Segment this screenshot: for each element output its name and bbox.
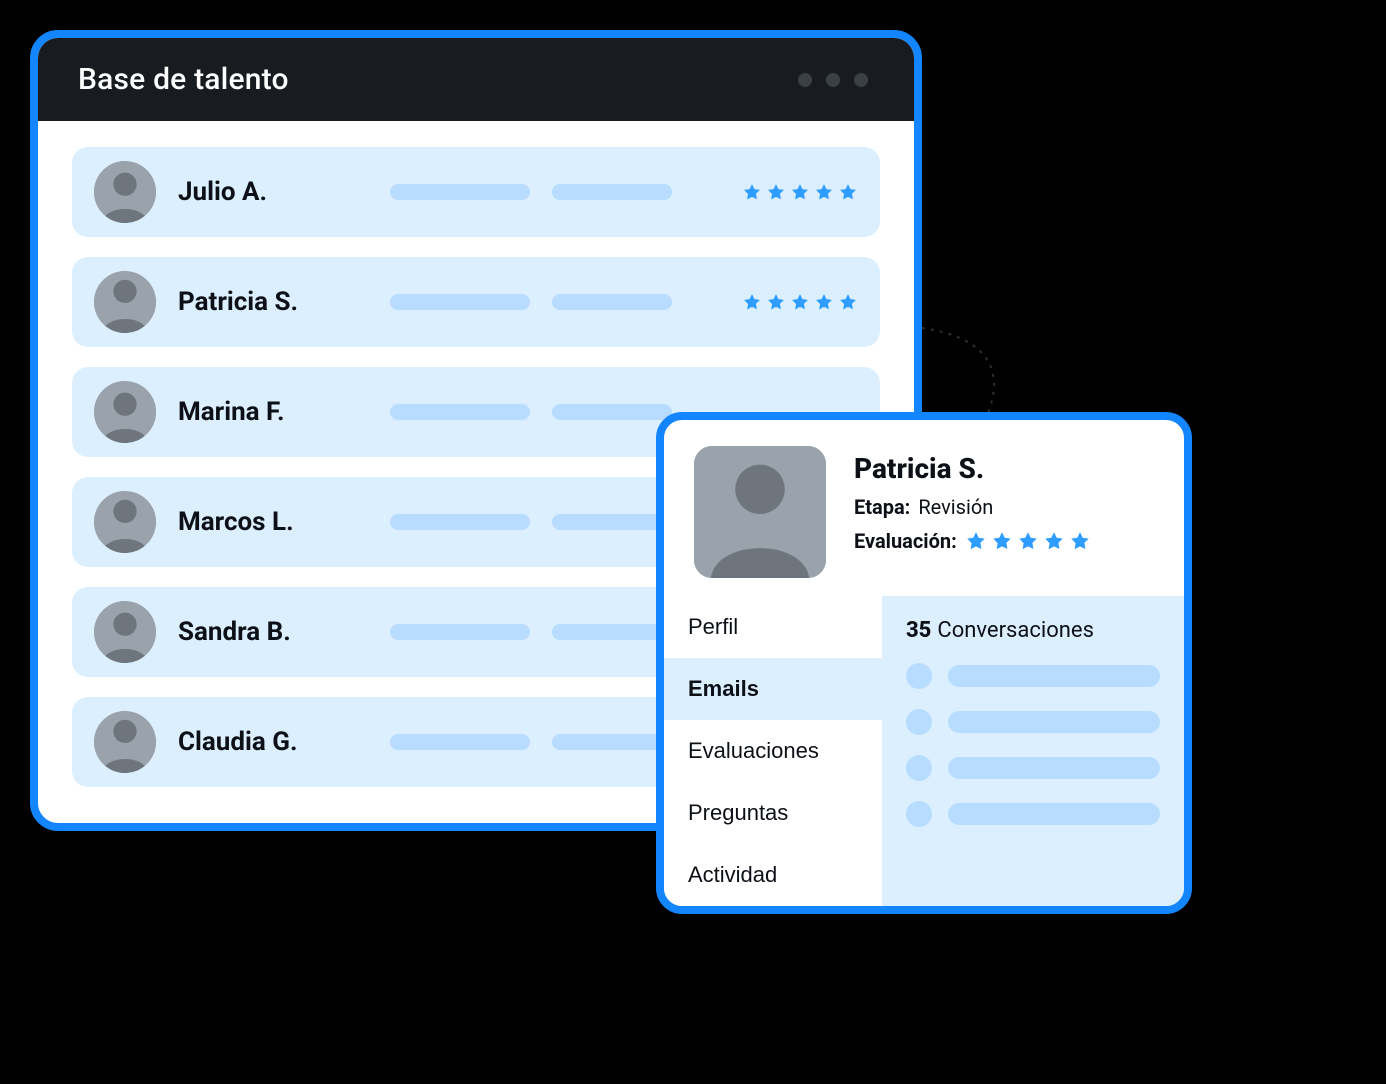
star-icon — [965, 530, 987, 552]
placeholder-bar — [948, 665, 1160, 687]
candidate-detail-card: Patricia S. Etapa: Revisión Evaluación: … — [656, 412, 1192, 914]
detail-meta: Patricia S. Etapa: Revisión Evaluación: — [854, 446, 1091, 578]
placeholder-dot — [906, 709, 932, 735]
detail-evaluation: Evaluación: — [854, 529, 1091, 553]
star-icon — [814, 292, 834, 312]
placeholder-bar — [552, 184, 672, 200]
conversation-item[interactable] — [906, 801, 1160, 827]
detail-avatar — [694, 446, 826, 578]
candidate-meta — [390, 182, 858, 202]
candidate-avatar — [94, 711, 156, 773]
tab-emails[interactable]: Emails — [664, 658, 882, 720]
placeholder-bar — [390, 404, 530, 420]
star-icon — [838, 292, 858, 312]
placeholder-bar — [948, 757, 1160, 779]
candidate-meta — [390, 292, 858, 312]
candidate-avatar — [94, 601, 156, 663]
star-icon — [1069, 530, 1091, 552]
candidate-name: Marcos L. — [178, 507, 368, 537]
stage: Base de talento Julio A. Patricia S. Marin… — [0, 0, 1386, 1084]
candidate-avatar — [94, 271, 156, 333]
placeholder-bar — [390, 294, 530, 310]
placeholder-bar — [948, 711, 1160, 733]
placeholder-dot — [906, 663, 932, 689]
candidate-avatar — [94, 381, 156, 443]
window-titlebar: Base de talento — [38, 38, 914, 121]
placeholder-bar — [390, 624, 530, 640]
window-control-dot[interactable] — [854, 73, 868, 87]
rating-stars — [742, 182, 858, 202]
star-icon — [766, 182, 786, 202]
window-control-dot[interactable] — [826, 73, 840, 87]
placeholder-bar — [552, 734, 672, 750]
window-controls — [798, 73, 874, 87]
window-control-dot[interactable] — [798, 73, 812, 87]
conversations-label: Conversaciones — [937, 618, 1094, 643]
placeholder-bar — [552, 294, 672, 310]
placeholder-bar — [948, 803, 1160, 825]
window-title: Base de talento — [78, 62, 289, 97]
star-icon — [742, 292, 762, 312]
conversation-item[interactable] — [906, 709, 1160, 735]
candidate-name: Claudia G. — [178, 727, 368, 757]
star-icon — [838, 182, 858, 202]
detail-tabs: PerfilEmailsEvaluacionesPreguntasActivid… — [664, 596, 882, 906]
conversation-item[interactable] — [906, 755, 1160, 781]
tab-evaluaciones[interactable]: Evaluaciones — [664, 720, 882, 782]
candidate-name: Patricia S. — [178, 287, 368, 317]
candidate-row[interactable]: Julio A. — [72, 147, 880, 237]
detail-header: Patricia S. Etapa: Revisión Evaluación: — [664, 420, 1184, 596]
candidate-avatar — [94, 491, 156, 553]
stage-label: Etapa: — [854, 495, 910, 519]
placeholder-bar — [552, 514, 672, 530]
star-icon — [790, 292, 810, 312]
rating-stars — [742, 292, 858, 312]
placeholder-dot — [906, 801, 932, 827]
tab-preguntas[interactable]: Preguntas — [664, 782, 882, 844]
candidate-avatar — [94, 161, 156, 223]
candidate-name: Sandra B. — [178, 617, 368, 647]
placeholder-bar — [390, 734, 530, 750]
detail-content: 35Conversaciones — [882, 596, 1184, 906]
star-icon — [814, 182, 834, 202]
star-icon — [991, 530, 1013, 552]
detail-body: PerfilEmailsEvaluacionesPreguntasActivid… — [664, 596, 1184, 906]
detail-stage: Etapa: Revisión — [854, 495, 1091, 519]
tab-actividad[interactable]: Actividad — [664, 844, 882, 906]
star-icon — [742, 182, 762, 202]
detail-stars — [965, 530, 1091, 552]
conversations-skeleton-list — [906, 663, 1160, 827]
star-icon — [1043, 530, 1065, 552]
placeholder-bar — [390, 184, 530, 200]
detail-name: Patricia S. — [854, 452, 1091, 485]
placeholder-dot — [906, 755, 932, 781]
candidate-name: Marina F. — [178, 397, 368, 427]
conversation-item[interactable] — [906, 663, 1160, 689]
candidate-row[interactable]: Patricia S. — [72, 257, 880, 347]
conversations-title: 35Conversaciones — [906, 618, 1160, 643]
eval-label: Evaluación: — [854, 529, 957, 553]
placeholder-bar — [390, 514, 530, 530]
star-icon — [1017, 530, 1039, 552]
placeholder-bar — [552, 404, 672, 420]
conversations-count: 35 — [906, 618, 931, 643]
candidate-name: Julio A. — [178, 177, 368, 207]
star-icon — [790, 182, 810, 202]
tab-perfil[interactable]: Perfil — [664, 596, 882, 658]
star-icon — [766, 292, 786, 312]
stage-value: Revisión — [918, 495, 993, 519]
placeholder-bar — [552, 624, 672, 640]
